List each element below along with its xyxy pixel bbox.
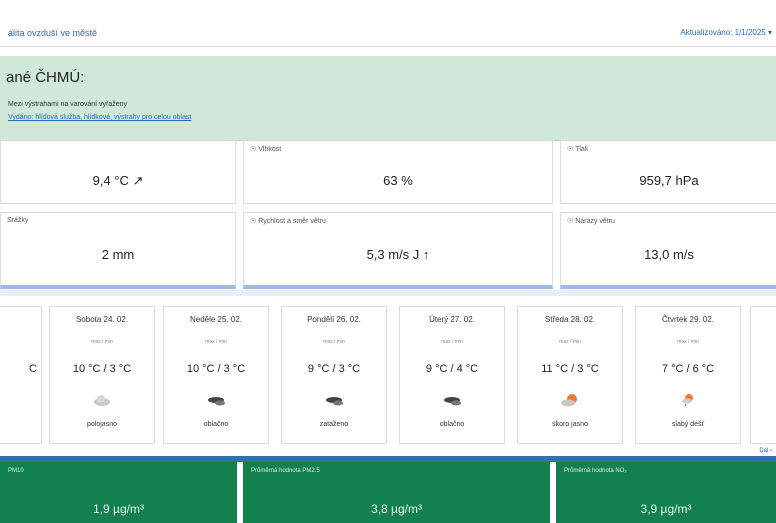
- forecast-day[interactable]: Úterý 27. 02. max / min 9 °C / 4 °C obla…: [399, 306, 505, 444]
- day-sub: max / min: [323, 339, 345, 345]
- day-sub: max / min: [677, 339, 699, 345]
- sun-rain-icon: [682, 394, 693, 407]
- forecast-day-partial[interactable]: [750, 306, 776, 444]
- tile-label: ☉ Tlak: [567, 146, 589, 153]
- day-desc: oblačno: [203, 421, 229, 428]
- wind-tile: ☉ Rychlost a směr větru 5,3 m/s J ↑: [243, 212, 553, 289]
- day-sub: max / min: [205, 339, 227, 345]
- day-desc: skoro jasno: [552, 421, 588, 428]
- notice-text: Mezi výstrahami na varování vyřaženy: [8, 101, 128, 108]
- forecast-day[interactable]: Pondělí 26. 02. max / min 9 °C / 3 °C za…: [281, 306, 387, 444]
- air-quality-tile: PM10 1,9 µg/m³: [0, 462, 237, 523]
- aq-label: Průměrná hodnota NO₂: [564, 468, 627, 474]
- day-temp: 7 °C / 6 °C: [661, 363, 715, 375]
- humidity-value: 63 %: [383, 173, 413, 188]
- day-temp: 11 °C / 3 °C: [541, 363, 599, 375]
- day-sub: max / min: [559, 339, 581, 345]
- air-quality-tile: Průměrná hodnota PM2.5 3,8 µg/m³: [243, 462, 550, 523]
- aq-value: 1,9 µg/m³: [93, 502, 144, 516]
- precipitation-value: 2 mm: [101, 247, 135, 262]
- forecast-day[interactable]: Sobota 24. 02. max / min 10 °C / 3 °C po…: [49, 306, 155, 444]
- day-name: Neděle 25. 02.: [189, 315, 243, 324]
- day-temp: 10 °C / 3 °C: [186, 363, 246, 375]
- wind-value: 5,3 m/s J ↑: [366, 247, 430, 262]
- aq-value: 3,9 µg/m³: [640, 502, 692, 516]
- air-quality-tile: Průměrná hodnota NO₂ 3,9 µg/m³: [556, 462, 776, 523]
- day-name: Sobota 24. 02.: [75, 315, 129, 324]
- forecast-day[interactable]: Středa 28. 02. max / min 11 °C / 3 °C sk…: [517, 306, 623, 444]
- gust-tile: ☉ Nárazy větru 13,0 m/s: [560, 212, 776, 289]
- day-sub: max / min: [91, 339, 113, 345]
- tile-label: Srážky: [7, 217, 29, 224]
- sun-cloud-icon: [561, 394, 577, 407]
- cloud-dark-icon: [444, 397, 461, 406]
- day-temp: 9 °C / 4 °C: [425, 363, 479, 375]
- section-divider: [0, 290, 776, 296]
- tile-label: ☉ Rychlost a směr větru: [250, 218, 326, 225]
- tile-label: ☉ Nárazy větru: [567, 218, 615, 225]
- temperature-value: 9,4 °C ↗: [92, 173, 144, 188]
- notice-title: ané ČHMÚ:: [6, 69, 85, 86]
- aq-label: Průměrná hodnota PM2.5: [251, 468, 320, 474]
- cloud-dark-icon: [326, 397, 343, 406]
- gust-value: 13,0 m/s: [644, 247, 694, 262]
- pressure-value: 959,7 hPa: [639, 173, 699, 188]
- updated-link[interactable]: Aktualizováno: 1/1/2025 ▾: [680, 28, 772, 37]
- day-name: Čtvrtek 29. 02.: [661, 315, 715, 324]
- forecast-day[interactable]: C: [0, 306, 42, 444]
- day-name: Pondělí 26. 02.: [307, 315, 361, 324]
- day-temp: 9 °C / 3 °C: [307, 363, 361, 375]
- day-name: Středa 28. 02.: [544, 315, 596, 324]
- aq-label: PM10: [8, 468, 24, 474]
- forecast-day[interactable]: Neděle 25. 02. max / min 10 °C / 3 °C ob…: [163, 306, 269, 444]
- day-desc: zataženo: [319, 421, 349, 428]
- tile-label: ☉ Vlhkost: [250, 146, 282, 153]
- humidity-tile: ☉ Vlhkost 63 %: [243, 140, 553, 204]
- day-temp: C: [29, 363, 37, 375]
- air-quality-link[interactable]: álita ovzduší ve městě: [8, 28, 97, 38]
- day-sub: max / min: [441, 339, 463, 345]
- cloud-dark-icon: [208, 397, 225, 406]
- forecast-strip: C Sobota 24. 02. max / min 10 °C / 3 °C …: [0, 306, 776, 444]
- warning-notice: ané ČHMÚ: Mezi výstrahami na varování vy…: [0, 56, 776, 141]
- day-name: Úterý 27. 02.: [429, 315, 475, 324]
- precipitation-tile: Srážky 2 mm: [0, 212, 236, 289]
- day-desc: oblačno: [439, 421, 465, 428]
- weather-dashboard: álita ovzduší ve městě Aktualizováno: 1/…: [0, 0, 776, 523]
- cloud-icon: [94, 395, 110, 406]
- day-desc: polojasno: [87, 421, 117, 428]
- pressure-tile: ☉ Tlak 959,7 hPa: [560, 140, 776, 204]
- top-bar: álita ovzduší ve městě Aktualizováno: 1/…: [0, 20, 776, 47]
- notice-link[interactable]: Vydáno: hlídová služba, hlídkové, výstra…: [8, 114, 191, 121]
- more-link[interactable]: Dál ›: [759, 448, 772, 454]
- forecast-day[interactable]: Čtvrtek 29. 02. max / min 7 °C / 6 °C sl…: [635, 306, 741, 444]
- temperature-tile: 9,4 °C ↗: [0, 140, 236, 204]
- day-desc: slabý déšť: [671, 421, 705, 428]
- aq-value: 3,8 µg/m³: [371, 502, 422, 516]
- day-temp: 10 °C / 3 °C: [72, 363, 132, 375]
